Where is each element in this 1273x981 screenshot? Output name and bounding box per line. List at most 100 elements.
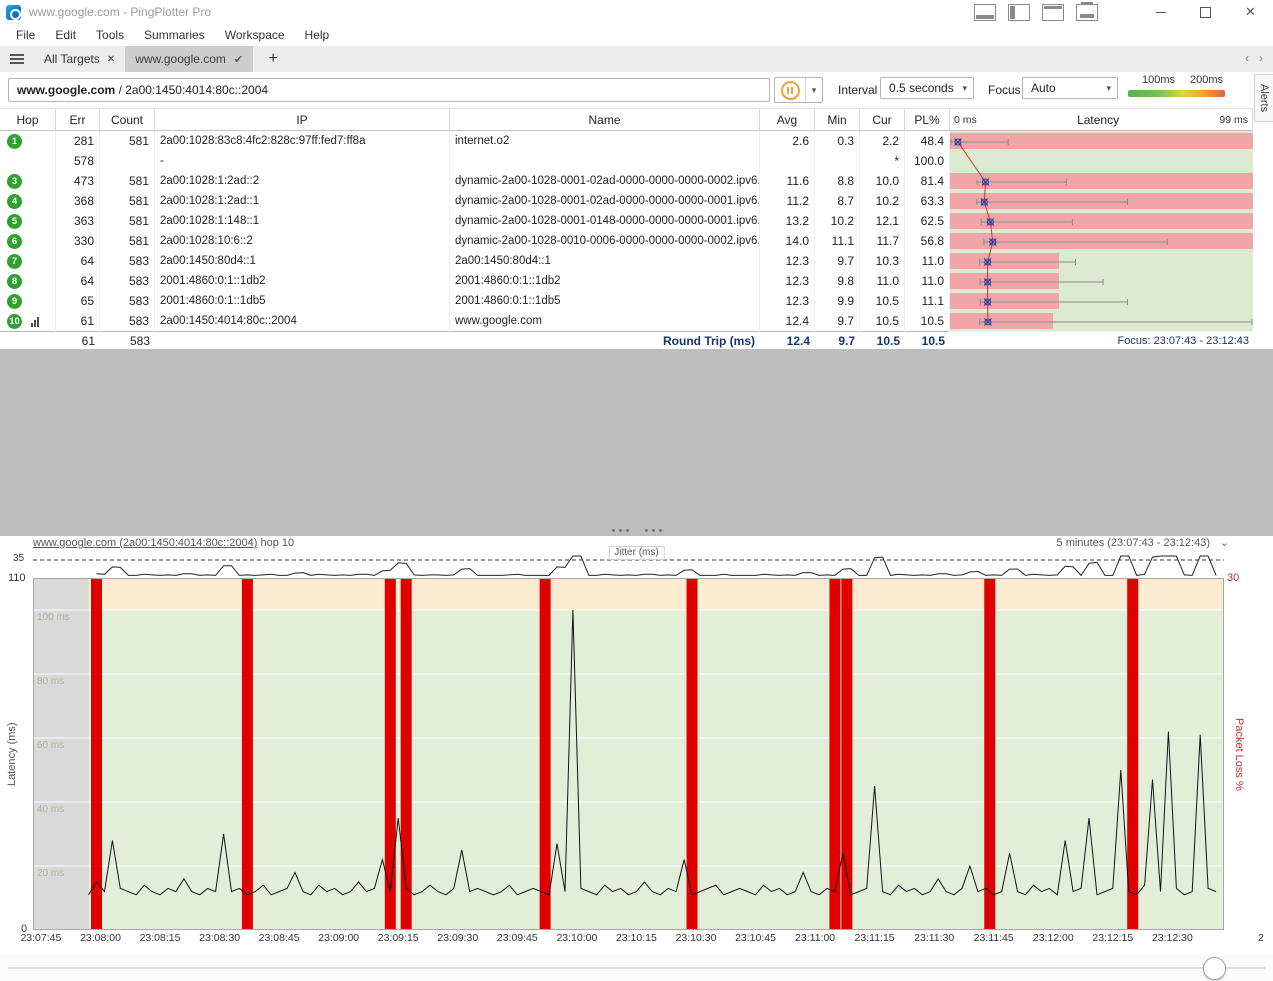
time-range-chevron-icon[interactable]: ⌄ <box>1220 536 1229 549</box>
col-header-avg[interactable]: Avg <box>760 109 815 131</box>
latency-mini-graph <box>950 271 1253 292</box>
col-header-name[interactable]: Name <box>450 109 760 131</box>
latency-mini-graph <box>950 211 1253 232</box>
controls-bar: www.google.com / 2a00:1450:4014:80c::200… <box>0 72 1273 108</box>
horizontal-scrollbar[interactable] <box>0 955 1273 981</box>
latency-mini-graph <box>950 171 1253 192</box>
time-range-selector[interactable]: 5 minutes (23:07:43 - 23:12:43) <box>1057 537 1210 549</box>
ip-cell: 2a00:1028:1:148::1 <box>155 211 450 232</box>
tab-close-icon[interactable]: ✕ <box>107 54 115 65</box>
table-row-hop-6[interactable]: 63305812a00:1028:10:6::2dynamic-2a00-102… <box>0 231 1253 251</box>
name-cell: 2001:4860:0:1::1db2 <box>450 271 760 292</box>
pl-cell: 62.5 <box>905 211 950 232</box>
pl-cell: 81.4 <box>905 171 950 192</box>
menu-file[interactable]: File <box>6 28 45 42</box>
table-row-hop-7[interactable]: 7645832a00:1450:80d4::12a00:1450:80d4::1… <box>0 251 1253 271</box>
latency-mini-graph <box>950 231 1253 252</box>
x-axis-label: 23:11:45 <box>974 932 1014 944</box>
layout-left-pane-icon[interactable] <box>1008 4 1030 21</box>
err-cell: 363 <box>56 211 100 232</box>
close-button[interactable]: ✕ <box>1228 1 1273 24</box>
menu-tools[interactable]: Tools <box>86 28 134 42</box>
maximize-button[interactable] <box>1183 1 1228 24</box>
menu-edit[interactable]: Edit <box>45 28 86 42</box>
count-cell: 581 <box>100 131 155 152</box>
name-cell: www.google.com <box>450 311 760 332</box>
target-ip: / 2a00:1450:4014:80c::2004 <box>115 83 268 97</box>
latency-axis-max: 99 ms <box>1219 109 1248 131</box>
table-row-hop-3[interactable]: 34735812a00:1028:1:2ad::2dynamic-2a00-10… <box>0 171 1253 191</box>
count-cell: 583 <box>100 251 155 272</box>
summary-ip-cell <box>155 332 450 350</box>
col-header-pl[interactable]: PL% <box>905 109 950 131</box>
col-header-count[interactable]: Count <box>100 109 155 131</box>
menu-help[interactable]: Help <box>295 28 340 42</box>
print-icon[interactable] <box>1076 4 1098 21</box>
tab-all-targets[interactable]: All Targets ✕ <box>34 46 125 72</box>
hop-cell: 6 <box>0 231 56 252</box>
table-row-hop-2[interactable]: 578-*100.0 <box>0 151 1253 171</box>
targets-list-icon[interactable] <box>10 54 24 64</box>
menu-workspace[interactable]: Workspace <box>215 28 295 42</box>
cur-cell: 10.2 <box>860 191 905 212</box>
ip-cell: 2a00:1028:10:6::2 <box>155 231 450 252</box>
pane-splitter[interactable] <box>0 526 1273 534</box>
x-axis-label: 23:07:45 <box>20 932 61 944</box>
cur-cell: 11.0 <box>860 271 905 292</box>
table-row-hop-5[interactable]: 53635812a00:1028:1:148::1dynamic-2a00-10… <box>0 211 1253 231</box>
col-header-cur[interactable]: Cur <box>860 109 905 131</box>
name-cell: dynamic-2a00-1028-0001-0148-0000-0000-00… <box>450 211 760 232</box>
interval-label: Interval <box>838 83 877 97</box>
hop-cell: 8 <box>0 271 56 292</box>
cur-cell: 12.1 <box>860 211 905 232</box>
col-header-ip[interactable]: IP <box>155 109 450 131</box>
minimize-button[interactable] <box>1138 1 1183 24</box>
col-header-hop[interactable]: Hop <box>0 109 56 131</box>
layout-full-pane-icon[interactable] <box>1042 4 1064 21</box>
tab-www-google-com[interactable]: www.google.com ✔ <box>125 46 253 72</box>
avg-cell: 14.0 <box>760 231 815 252</box>
table-row-hop-9[interactable]: 9655832001:4860:0:1::1db52001:4860:0:1::… <box>0 291 1253 311</box>
x-axis-labels: 23:07:4523:08:0023:08:1523:08:3023:08:45… <box>0 932 1273 946</box>
scrollbar-track[interactable] <box>8 967 1265 969</box>
avg-cell: 11.6 <box>760 171 815 192</box>
tab-scroll-right-icon[interactable]: › <box>1259 51 1263 65</box>
ip-cell: 2001:4860:0:1::1db2 <box>155 271 450 292</box>
pause-button[interactable] <box>775 78 806 102</box>
interval-select[interactable]: 0.5 seconds ▾ <box>880 77 974 99</box>
latency-timeline-chart[interactable] <box>0 578 1273 931</box>
count-cell: 581 <box>100 191 155 212</box>
tab-bar: All Targets ✕ www.google.com ✔ + ‹ › <box>0 46 1273 72</box>
col-header-latency[interactable]: 0 msLatency99 ms <box>950 109 1253 131</box>
pl-cell: 11.1 <box>905 291 950 312</box>
col-header-min[interactable]: Min <box>815 109 860 131</box>
summary-avg: 12.4 <box>760 332 815 350</box>
tab-scroll-left-icon[interactable]: ‹ <box>1245 51 1249 65</box>
menu-summaries[interactable]: Summaries <box>134 28 215 42</box>
pause-icon <box>781 81 800 100</box>
x-axis-label: 23:09:15 <box>378 932 419 944</box>
table-row-hop-8[interactable]: 8645832001:4860:0:1::1db22001:4860:0:1::… <box>0 271 1253 291</box>
table-row-hop-1[interactable]: 12815812a00:1028:83c8:4fc2:828c:97ff:fed… <box>0 131 1253 151</box>
table-row-hop-10[interactable]: 10615832a00:1450:4014:80c::2004www.googl… <box>0 311 1253 331</box>
menu-bar: FileEditToolsSummariesWorkspaceHelp <box>0 24 1273 46</box>
col-header-err[interactable]: Err <box>56 109 100 131</box>
pl-cell: 56.8 <box>905 231 950 252</box>
pause-dropdown-button[interactable]: ▾ <box>806 78 822 102</box>
x-axis-label: 23:10:15 <box>616 932 657 944</box>
timeline-target-label[interactable]: www.google.com (2a00:1450:4014:80c::2004… <box>33 537 294 549</box>
target-input[interactable]: www.google.com / 2a00:1450:4014:80c::200… <box>8 78 770 102</box>
name-cell: dynamic-2a00-1028-0010-0006-0000-0000-00… <box>450 231 760 252</box>
trace-table: HopErrCountIPNameAvgMinCurPL%0 msLatency… <box>0 108 1253 351</box>
hop-cell: 4 <box>0 191 56 212</box>
x-axis-label: 23:10:00 <box>556 932 597 944</box>
focus-select[interactable]: Auto ▾ <box>1022 77 1118 99</box>
err-cell: 64 <box>56 251 100 272</box>
table-row-hop-4[interactable]: 43685812a00:1028:1:2ad::1dynamic-2a00-10… <box>0 191 1253 211</box>
x-axis-label: 23:11:30 <box>914 932 954 944</box>
scrollbar-thumb[interactable] <box>1203 957 1226 980</box>
x-axis-label: 23:12:30 <box>1152 932 1193 944</box>
new-tab-button[interactable]: + <box>263 50 283 68</box>
alerts-side-tab[interactable]: Alerts <box>1254 74 1273 122</box>
layout-bottom-pane-icon[interactable] <box>974 4 996 21</box>
